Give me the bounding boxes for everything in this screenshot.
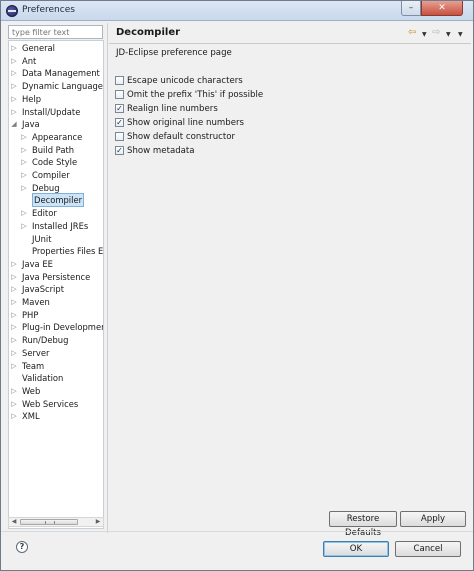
forward-dropdown-icon[interactable]: ▼ <box>446 29 451 40</box>
checkbox[interactable]: ✓ <box>115 146 124 155</box>
apply-button[interactable]: Apply <box>400 511 466 527</box>
tree-horizontal-scrollbar[interactable]: ◀ ▶ <box>8 517 104 527</box>
tree-item-label: Debug <box>32 182 60 193</box>
minimize-button[interactable]: – <box>401 1 421 16</box>
tree-item-label: JavaScript <box>22 284 64 295</box>
collapsed-arrow-icon[interactable]: ▷ <box>10 258 18 270</box>
back-arrow-icon[interactable]: ⇦ <box>408 27 416 38</box>
tree-item-label: XML <box>22 411 40 422</box>
footer-divider <box>1 531 473 532</box>
collapsed-arrow-icon[interactable]: ▷ <box>10 385 18 397</box>
checkbox[interactable] <box>115 90 124 99</box>
scroll-left-icon[interactable]: ◀ <box>9 518 19 526</box>
tree-item-label: JUnit <box>32 233 52 244</box>
header-divider <box>109 43 471 44</box>
collapsed-arrow-icon[interactable]: ▷ <box>10 283 18 295</box>
tree-item-label: Build Path <box>32 144 75 155</box>
scrollbar-thumb[interactable] <box>20 519 78 525</box>
preference-navigation: ▷ General ▷ Ant ▷ Data Management ▷ Dynamic Lan… <box>8 25 104 529</box>
view-menu-icon[interactable]: ▼ <box>458 29 463 40</box>
checkbox[interactable]: ✓ <box>115 104 124 113</box>
tree-item-label: Maven <box>22 297 50 307</box>
tree-item-label: Web <box>22 385 41 396</box>
help-icon[interactable]: ? <box>16 541 28 553</box>
collapsed-arrow-icon[interactable]: ▷ <box>10 347 18 359</box>
collapsed-arrow-icon[interactable]: ▷ <box>20 220 28 232</box>
tree-item-label: Java EE <box>22 258 53 269</box>
collapsed-arrow-icon[interactable]: ▷ <box>10 296 18 308</box>
tree-item-label: Server <box>22 347 50 358</box>
collapsed-arrow-icon[interactable]: ▷ <box>20 131 28 143</box>
tree-item-label: Team <box>22 360 45 371</box>
option-label: Show default constructor <box>127 132 236 142</box>
tree-item-label: Decompiler <box>32 193 85 208</box>
tree-item-label: PHP <box>22 309 39 320</box>
collapsed-arrow-icon[interactable]: ▷ <box>10 106 18 118</box>
tree-item-label: Run/Debug <box>22 335 69 346</box>
collapsed-arrow-icon[interactable]: ▷ <box>10 93 18 105</box>
tree-item-label: Ant <box>22 55 37 66</box>
collapsed-arrow-icon[interactable]: ▷ <box>10 410 18 422</box>
back-dropdown-icon[interactable]: ▼ <box>422 29 427 40</box>
tree-item-label: Code Style <box>32 157 78 168</box>
collapsed-arrow-icon[interactable]: ▷ <box>10 42 18 54</box>
close-button[interactable]: ✕ <box>421 1 463 16</box>
tree-item-label: Plug-in Development <box>22 322 104 333</box>
tree-item-label: Java <box>22 119 40 130</box>
collapsed-arrow-icon[interactable]: ▷ <box>10 80 18 92</box>
page-header: Decompiler ⇦ ▼ ⇨ ▼ ▼ <box>109 23 471 43</box>
tree-item-label: Help <box>22 93 42 104</box>
tree-item-label: Install/Update <box>22 106 81 117</box>
eclipse-icon <box>6 5 18 17</box>
tree-item-label: Appearance <box>32 131 83 142</box>
option-label: Escape unicode characters <box>127 76 243 86</box>
forward-arrow-icon[interactable]: ⇨ <box>432 27 440 38</box>
preferences-window: Preferences – ✕ ▷ General ▷ Ant ▷ Data Manage… <box>0 0 474 571</box>
ok-button[interactable]: OK <box>323 541 389 557</box>
title-bar[interactable]: Preferences – ✕ <box>1 1 473 21</box>
collapsed-arrow-icon[interactable]: ▷ <box>10 67 18 79</box>
collapsed-arrow-icon[interactable]: ▷ <box>20 156 28 168</box>
option-label: Omit the prefix 'This' if possible <box>127 90 264 100</box>
tree-item-label: General <box>22 43 56 53</box>
option-label: Show original line numbers <box>127 118 245 128</box>
collapsed-arrow-icon[interactable]: ▷ <box>10 360 18 372</box>
tree-item-label: Properties Files Edi <box>32 246 104 257</box>
collapsed-arrow-icon[interactable]: ▷ <box>10 334 18 346</box>
tree-item-label: Editor <box>32 208 57 219</box>
tree-item-label: Web Services <box>22 398 79 409</box>
scroll-right-icon[interactable]: ▶ <box>93 518 103 526</box>
collapsed-arrow-icon[interactable]: ▷ <box>10 55 18 67</box>
collapsed-arrow-icon[interactable]: ▷ <box>10 398 18 410</box>
collapsed-arrow-icon[interactable]: ▷ <box>10 271 18 283</box>
tree-item-label: Validation <box>22 373 64 384</box>
panel-sash[interactable] <box>107 23 108 533</box>
tree-item-label: Dynamic Languages <box>22 81 104 92</box>
checkbox[interactable]: ✓ <box>115 118 124 127</box>
window-title: Preferences <box>22 5 75 15</box>
option-label: Show metadata <box>127 146 195 156</box>
expanded-arrow-icon[interactable]: ◢ <box>10 118 18 130</box>
tree-item-label: Java Persistence <box>22 271 91 282</box>
collapsed-arrow-icon[interactable]: ▷ <box>20 182 28 194</box>
collapsed-arrow-icon[interactable]: ▷ <box>20 144 28 156</box>
checkbox[interactable] <box>115 132 124 141</box>
preference-page: Decompiler ⇦ ▼ ⇨ ▼ ▼ JD-Eclipse preferen… <box>109 23 471 538</box>
checkbox[interactable] <box>115 76 124 85</box>
page-title: Decompiler <box>116 27 181 38</box>
restore-defaults-button[interactable]: Restore Defaults <box>329 511 397 538</box>
page-description: JD-Eclipse preference page <box>116 48 232 58</box>
collapsed-arrow-icon[interactable]: ▷ <box>20 207 28 219</box>
collapsed-arrow-icon[interactable]: ▷ <box>10 321 18 333</box>
collapsed-arrow-icon[interactable]: ▷ <box>20 169 28 181</box>
tree-item-label: Installed JREs <box>32 220 89 231</box>
tree-item-label: Compiler <box>32 170 70 180</box>
option-label: Realign line numbers <box>127 104 218 114</box>
tree-item-label: Data Management <box>22 68 100 79</box>
preference-tree: ▷ General ▷ Ant ▷ Data Management ▷ Dynamic Lan… <box>8 40 104 529</box>
collapsed-arrow-icon[interactable]: ▷ <box>10 309 18 321</box>
filter-input[interactable] <box>8 25 103 39</box>
cancel-button[interactable]: Cancel <box>395 541 461 557</box>
